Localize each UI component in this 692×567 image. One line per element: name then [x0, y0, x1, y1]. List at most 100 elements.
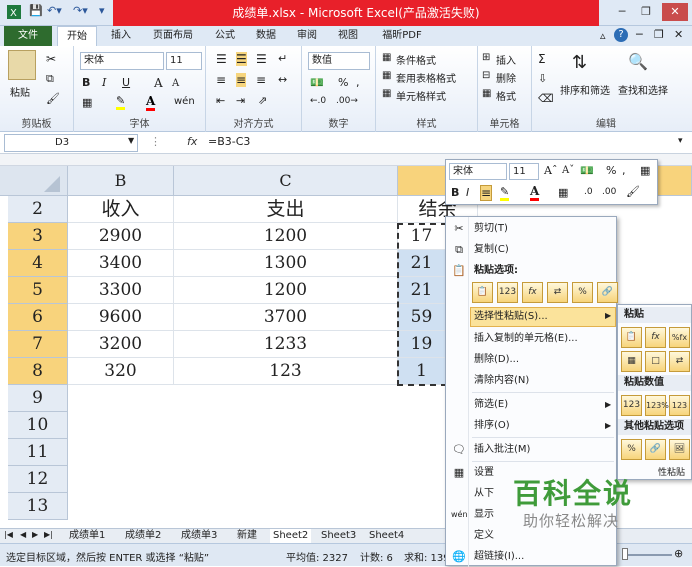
close-icon[interactable]: ✕	[662, 3, 688, 21]
menu-item-define-name[interactable]: 定义	[474, 527, 494, 545]
shrink-font-button[interactable]: A	[172, 78, 179, 89]
find-select-icon[interactable]: 🔍	[628, 52, 648, 71]
wrap-text-icon[interactable]: ↵	[278, 52, 287, 65]
delete-cells-button[interactable]: 删除	[496, 70, 516, 85]
tab-foxit-pdf[interactable]: 福昕PDF	[372, 26, 432, 46]
menu-item-pick-list[interactable]: 从下	[474, 485, 494, 503]
menu-item-delete[interactable]: 删除(D)...	[474, 351, 519, 369]
align-middle-icon[interactable]: ☰	[236, 52, 247, 66]
cell-b3[interactable]: 2900	[68, 223, 174, 250]
tab-page-layout[interactable]: 页面布局	[145, 26, 201, 46]
sub-paste-transpose-icon[interactable]: ⇄	[669, 351, 690, 372]
mini-accounting-icon[interactable]: 💵	[580, 164, 594, 177]
cell-c6[interactable]: 3700	[174, 304, 398, 331]
row-header-2[interactable]: 2	[8, 196, 68, 223]
mini-comma-button[interactable]: ,	[622, 164, 626, 177]
format-cells-button[interactable]: 格式	[496, 88, 516, 103]
grow-font-button[interactable]: A	[154, 76, 163, 90]
mini-format-painter-icon[interactable]: 🖌	[626, 185, 640, 198]
sub-paste-icon[interactable]: 📋	[621, 327, 642, 348]
sub-paste-link-icon[interactable]: 🔗	[645, 439, 666, 460]
align-left-icon[interactable]: ≡	[216, 73, 226, 87]
row-header-10[interactable]: 10	[8, 412, 68, 439]
sort-filter-icon[interactable]: ⇅	[572, 52, 587, 73]
sub-formatting-icon[interactable]: %	[621, 439, 642, 460]
row-header-5[interactable]: 5	[8, 277, 68, 304]
menu-item-format-cells[interactable]: 设置	[474, 464, 494, 482]
conditional-format-button[interactable]: 条件格式	[396, 52, 436, 67]
menu-item-insert-copied[interactable]: 插入复制的单元格(E)...	[474, 330, 578, 348]
cell-b2[interactable]: 收入	[68, 196, 174, 223]
orientation-icon[interactable]: ⇗	[258, 94, 267, 107]
cell-styles-icon[interactable]: ▦	[382, 88, 391, 99]
phonetic-icon[interactable]: wén	[174, 96, 195, 107]
save-icon[interactable]: 💾	[29, 4, 43, 17]
sub-values-icon[interactable]: 123	[621, 395, 642, 416]
undo-icon[interactable]: ↶▾	[47, 4, 62, 17]
mini-font-color-icon[interactable]: A	[530, 184, 540, 201]
comma-button[interactable]: ,	[356, 76, 360, 89]
cell-c7[interactable]: 1233	[174, 331, 398, 358]
cell-b5[interactable]: 3300	[68, 277, 174, 304]
row-header-3[interactable]: 3	[8, 223, 68, 250]
tab-review[interactable]: 审阅	[290, 26, 324, 46]
ribbon-minimize-icon[interactable]: ▵	[600, 29, 606, 42]
fill-icon[interactable]: ⇩	[538, 72, 547, 85]
mini-fill-color-icon[interactable]: ✎	[500, 185, 510, 201]
row-header-12[interactable]: 12	[8, 466, 68, 493]
formula-input[interactable]: =B3-C3	[208, 135, 250, 148]
name-box[interactable]: D3	[4, 134, 138, 152]
paste-formatting-icon[interactable]: %	[572, 282, 593, 303]
sort-filter-button[interactable]: 排序和筛选	[560, 82, 610, 97]
format-cells-icon[interactable]: ▦	[482, 88, 491, 99]
row-header-13[interactable]: 13	[8, 493, 68, 520]
sub-paste-formulas-format-icon[interactable]: %fx	[669, 327, 690, 348]
cut-icon[interactable]: ✂	[46, 52, 56, 66]
mini-increase-decimal-icon[interactable]: .0	[584, 187, 593, 197]
align-bottom-icon[interactable]: ☰	[256, 52, 267, 66]
sub-paste-formulas-icon[interactable]: fx	[645, 327, 666, 348]
expand-formula-icon[interactable]: ▾	[678, 136, 683, 146]
sheet-first-icon[interactable]: |◀	[4, 530, 13, 539]
paste-formulas-icon[interactable]: fx	[522, 282, 543, 303]
row-header-11[interactable]: 11	[8, 439, 68, 466]
cell-c8[interactable]: 123	[174, 358, 398, 385]
autosum-button[interactable]: Σ	[538, 52, 546, 66]
row-header-9[interactable]: 9	[8, 385, 68, 412]
mini-grow-font-icon[interactable]: Aˆ	[544, 164, 557, 177]
cell-b6[interactable]: 9600	[68, 304, 174, 331]
menu-item-paste-special[interactable]: 选择性粘贴(S)...	[474, 308, 548, 326]
menu-item-show-pinyin[interactable]: 显示	[474, 506, 494, 524]
paste-button[interactable]: 粘贴	[10, 84, 30, 99]
number-format-select[interactable]: 数值	[308, 52, 370, 70]
row-header-6[interactable]: 6	[8, 304, 68, 331]
doc-restore-icon[interactable]: ❐	[654, 28, 664, 41]
row-header-4[interactable]: 4	[8, 250, 68, 277]
mini-size-select[interactable]: 11	[509, 163, 539, 180]
cell-styles-button[interactable]: 单元格样式	[396, 88, 446, 103]
cell-c4[interactable]: 1300	[174, 250, 398, 277]
border-icon[interactable]: ▦	[82, 96, 92, 109]
format-painter-icon[interactable]: 🖌	[46, 92, 60, 105]
tab-view[interactable]: 视图	[331, 26, 365, 46]
delete-cells-icon[interactable]: ⊟	[482, 70, 490, 81]
mini-bold-icon[interactable]: B	[451, 186, 459, 199]
conditional-format-icon[interactable]: ▦	[382, 52, 391, 63]
doc-close-icon[interactable]: ✕	[674, 28, 683, 41]
percent-button[interactable]: %	[338, 76, 348, 89]
sheet-last-icon[interactable]: ▶|	[44, 530, 53, 539]
sheet-tab[interactable]: 成绩单2	[122, 529, 164, 544]
sheet-tab[interactable]: 新建	[234, 529, 260, 544]
cell-b7[interactable]: 3200	[68, 331, 174, 358]
mini-percent-button[interactable]: %	[606, 164, 616, 177]
restore-icon[interactable]: ❐	[636, 3, 656, 21]
row-header-7[interactable]: 7	[8, 331, 68, 358]
tab-insert[interactable]: 插入	[104, 26, 138, 46]
fill-color-icon[interactable]: ✎	[116, 94, 126, 110]
mini-center-icon[interactable]: ≡	[480, 185, 493, 201]
find-select-button[interactable]: 查找和选择	[618, 82, 668, 97]
font-size-select[interactable]: 11	[166, 52, 202, 70]
menu-item-clear[interactable]: 清除内容(N)	[474, 372, 529, 390]
cell-c3[interactable]: 1200	[174, 223, 398, 250]
align-right-icon[interactable]: ≡	[256, 73, 266, 87]
